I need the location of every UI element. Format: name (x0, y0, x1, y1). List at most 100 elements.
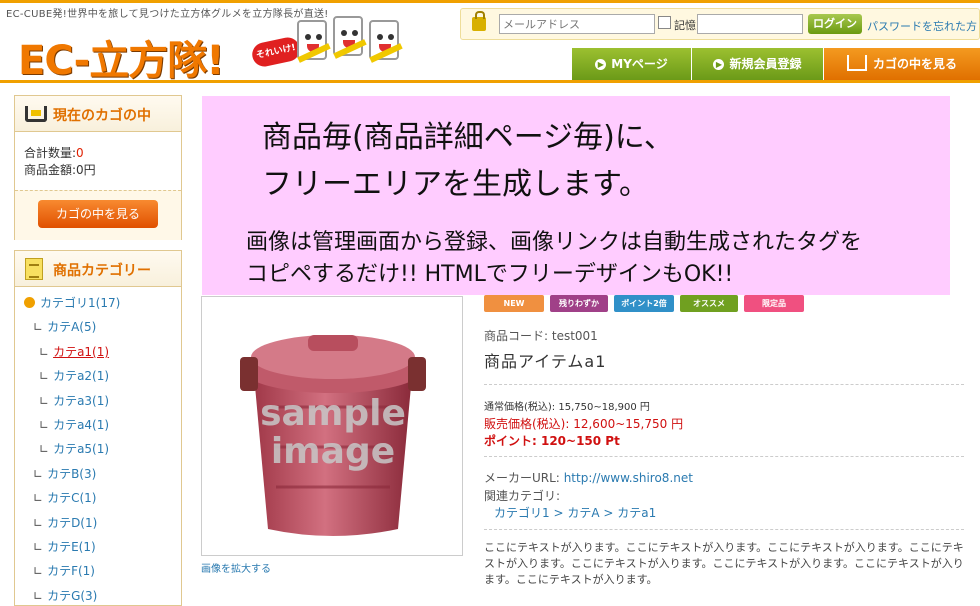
tree-branch-icon: ∟ (39, 344, 50, 359)
banner-line-3: 画像は管理画面から登録、画像リンクは自動生成されたタグを (246, 230, 863, 255)
maker-label: メーカーURL: (484, 471, 560, 485)
cart-qty: 合計数量:0 (24, 146, 84, 160)
tree-branch-icon: ∟ (39, 369, 50, 384)
tree-branch-icon: ∟ (33, 515, 44, 530)
category-item[interactable]: ∟ カテB(3) (15, 462, 181, 486)
category-item[interactable]: ∟ カテa5(1) (15, 437, 181, 461)
view-cart-side-button[interactable]: カゴの中を見る (38, 200, 158, 228)
login-bar: 記憶 ログイン パスワードを忘れた方 (460, 8, 980, 40)
sale-price: 販売価格(税込): 12,600~15,750 円 (484, 417, 684, 431)
divider (484, 384, 964, 385)
site-tagline: EC-CUBE発!世界中を旅して見つけた立方体グルメを立方隊長が直送! (6, 9, 329, 20)
category-item[interactable]: ∟ カテG(3) (15, 584, 181, 606)
product-badge: NEW (484, 295, 544, 312)
category-label: カテF(1) (47, 564, 95, 579)
divider (484, 529, 964, 530)
email-field[interactable] (499, 14, 655, 34)
tree-branch-icon: ∟ (33, 564, 44, 579)
category-item[interactable]: ∟ カテD(1) (15, 511, 181, 535)
category-label: カテa5(1) (53, 442, 110, 457)
category-item[interactable]: ∟ カテA(5) (15, 315, 181, 339)
top-accent-line (0, 0, 980, 3)
cart-qty-value: 0 (76, 146, 84, 160)
password-field[interactable] (697, 14, 803, 34)
banner-line-1: 商品毎(商品詳細ページ毎)に、 (262, 120, 674, 155)
header-divider (0, 80, 980, 83)
category-box-header: 商品カテゴリー (15, 251, 181, 287)
category-item[interactable]: ∟ カテC(1) (15, 486, 181, 510)
banner-line-2: フリーエリアを生成します。 (262, 167, 649, 202)
category-item[interactable]: ∟ カテF(1) (15, 559, 181, 583)
category-box-title: 商品カテゴリー (53, 263, 151, 279)
category-item[interactable]: ∟ カテa1(1) (15, 340, 181, 364)
product-badge: オススメ (680, 295, 738, 312)
product-name: 商品アイテムa1 (484, 352, 607, 371)
tree-branch-icon: ∟ (39, 442, 50, 457)
tree-branch-icon: ∟ (33, 491, 44, 506)
category-label: カテa1(1) (53, 344, 110, 359)
watermark-line-2: image (271, 431, 395, 472)
mypage-button[interactable]: ▶ MYページ (572, 48, 691, 80)
zoom-image-link[interactable]: 画像を拡大する (201, 560, 271, 575)
view-cart-button[interactable]: カゴの中を見る (824, 48, 980, 80)
related-category-path[interactable]: カテゴリ1 > カテA > カテa1 (494, 504, 656, 521)
cart-box-header: 現在のカゴの中 (15, 96, 181, 132)
free-area-banner: 商品毎(商品詳細ページ毎)に、 フリーエリアを生成します。 画像は管理画面から登… (202, 96, 950, 295)
category-list: カテゴリ1(17) ∟ カテA(5) ∟ カテa1(1) ∟ カテa2(1) ∟ カテa3(1)… (15, 287, 181, 606)
category-item[interactable]: カテゴリ1(17) (15, 291, 181, 315)
category-label: カテC(1) (47, 491, 97, 506)
product-points: ポイント: 120~150 Pt (484, 434, 620, 448)
bullet-icon (24, 297, 35, 308)
category-item[interactable]: ∟ カテE(1) (15, 535, 181, 559)
product-badge: 残りわずか (550, 295, 608, 312)
cart-box-title: 現在のカゴの中 (53, 108, 151, 124)
divider (484, 456, 964, 457)
cart-icon (25, 106, 47, 122)
category-label: カテゴリ1(17) (40, 296, 121, 310)
banner-line-4: コピペするだけ!! HTMLでフリーデザインもOK!! (246, 262, 734, 287)
lock-icon (472, 11, 486, 31)
remember-checkbox[interactable] (658, 16, 671, 29)
login-button[interactable]: ログイン (808, 14, 862, 34)
category-item[interactable]: ∟ カテa2(1) (15, 364, 181, 388)
category-label: カテE(1) (47, 539, 96, 554)
tree-branch-icon: ∟ (33, 539, 44, 554)
trash-bin-image: sample image (240, 335, 426, 536)
cart-icon (846, 54, 867, 71)
forgot-password-link[interactable]: パスワードを忘れた方 (867, 18, 977, 34)
register-label: 新規会員登録 (729, 57, 802, 71)
cart-amount: 商品金額:0円 (24, 163, 96, 177)
related-category-label: 関連カテゴリ: (484, 489, 561, 503)
view-cart-label: カゴの中を見る (872, 57, 957, 71)
product-description: ここにテキストが入ります。ここにテキストが入ります。ここにテキストが入ります。こ… (484, 541, 964, 586)
list-icon (25, 258, 43, 280)
mascot-illustration (295, 14, 405, 80)
product-badge: 限定品 (744, 295, 804, 312)
category-label: カテa2(1) (53, 369, 110, 384)
category-label: カテa3(1) (53, 393, 110, 408)
tree-branch-icon: ∟ (33, 466, 44, 481)
site-logo[interactable]: EC-立方隊! (18, 28, 224, 86)
normal-price: 通常価格(税込): 15,750~18,900 円 (484, 402, 650, 413)
cart-summary-box: 現在のカゴの中 合計数量:0 商品金額:0円 カゴの中を見る (14, 95, 182, 240)
maker-url-link[interactable]: http://www.shiro8.net (564, 471, 693, 485)
tree-branch-icon: ∟ (39, 417, 50, 432)
remember-label: 記憶 (674, 19, 696, 32)
tree-branch-icon: ∟ (33, 320, 44, 335)
category-item[interactable]: ∟ カテa3(1) (15, 389, 181, 413)
tree-branch-icon: ∟ (33, 588, 44, 603)
category-item[interactable]: ∟ カテa4(1) (15, 413, 181, 437)
product-badge: ポイント2倍 (614, 295, 674, 312)
maker-url-row: メーカーURL: http://www.shiro8.net (484, 469, 693, 486)
product-code: 商品コード: test001 (484, 329, 598, 343)
arrow-circle-icon: ▶ (713, 59, 725, 70)
category-box: 商品カテゴリー カテゴリ1(17) ∟ カテA(5) ∟ カテa1(1) ∟ カテa2(1)… (14, 250, 182, 606)
category-label: カテG(3) (47, 588, 98, 603)
arrow-circle-icon: ▶ (595, 59, 607, 70)
category-label: カテD(1) (47, 515, 98, 530)
register-button[interactable]: ▶ 新規会員登録 (692, 48, 823, 80)
cart-amount-value: 0円 (76, 163, 96, 177)
watermark-line-1: sample (260, 393, 406, 434)
category-label: カテa4(1) (53, 417, 110, 432)
product-image[interactable]: sample image (201, 296, 463, 556)
